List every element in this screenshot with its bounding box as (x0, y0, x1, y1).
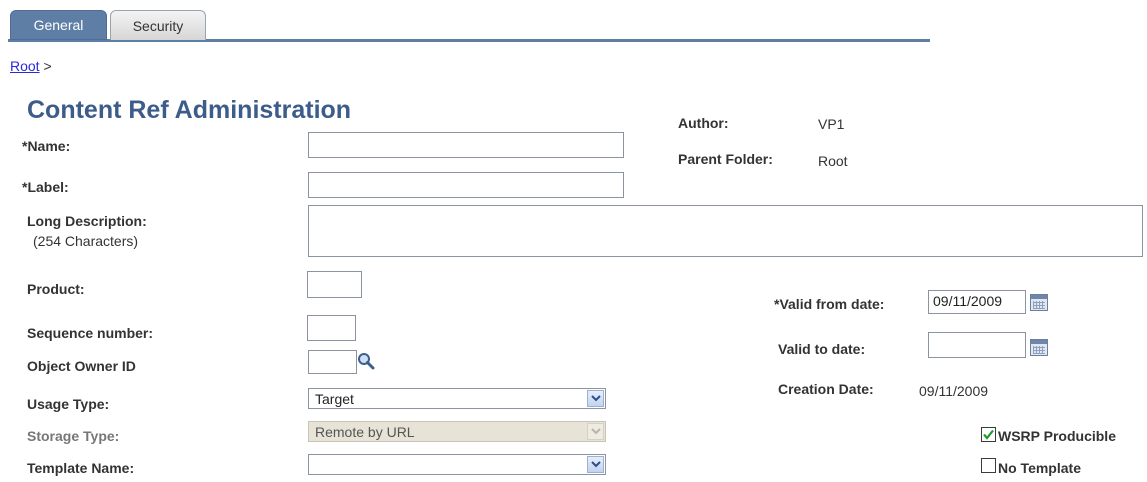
storage-type-value: Remote by URL (315, 424, 415, 440)
usage-type-select[interactable]: Target (308, 388, 606, 409)
chevron-down-icon (590, 395, 601, 402)
object-owner-label: Object Owner ID (27, 358, 136, 374)
long-description-char-limit: (254 Characters) (33, 233, 139, 249)
parent-folder-label: Parent Folder: (678, 151, 773, 167)
name-input[interactable] (308, 132, 624, 158)
name-label: *Name: (22, 138, 71, 154)
usage-type-dropdown-button[interactable] (587, 390, 604, 407)
template-name-select[interactable] (308, 454, 606, 475)
valid-to-value (929, 333, 1025, 337)
checkmark-icon (983, 429, 994, 440)
sequence-number-input[interactable] (307, 315, 356, 341)
valid-to-input[interactable] (928, 332, 1026, 358)
chevron-down-icon (590, 461, 601, 468)
storage-type-select: Remote by URL (308, 421, 606, 442)
breadcrumb-root-link[interactable]: Root (10, 58, 40, 74)
usage-type-label: Usage Type: (27, 396, 110, 412)
creation-date-value: 09/11/2009 (919, 383, 989, 399)
tab-general[interactable]: General (10, 10, 107, 40)
author-label: Author: (678, 115, 729, 131)
no-template-checkbox[interactable] (981, 458, 996, 473)
page-title: Content Ref Administration (27, 96, 352, 124)
storage-type-label: Storage Type: (27, 428, 120, 444)
parent-folder-value: Root (818, 153, 848, 169)
label-label: *Label: (22, 179, 69, 195)
product-label: Product: (27, 281, 85, 297)
valid-from-value: 09/11/2009 (933, 293, 1003, 309)
label-input[interactable] (308, 172, 624, 198)
calendar-icon[interactable] (1030, 339, 1048, 356)
lookup-magnifier-icon[interactable] (357, 352, 375, 370)
long-description-textarea[interactable] (308, 205, 1143, 257)
tab-security[interactable]: Security (110, 10, 206, 40)
sequence-number-label: Sequence number: (27, 325, 154, 341)
product-input[interactable] (307, 271, 362, 298)
template-name-dropdown-button[interactable] (587, 456, 604, 473)
wsrp-producible-label: WSRP Producible (998, 428, 1116, 444)
no-template-label: No Template (998, 460, 1081, 476)
author-value: VP1 (818, 116, 845, 132)
breadcrumb-separator: > (43, 58, 52, 74)
template-name-label: Template Name: (27, 460, 135, 476)
valid-to-label: Valid to date: (778, 341, 866, 357)
long-description-label: Long Description: (27, 213, 147, 229)
valid-from-label: *Valid from date: (774, 296, 885, 312)
object-owner-input[interactable] (308, 350, 357, 374)
creation-date-label: Creation Date: (778, 381, 874, 397)
wsrp-producible-checkbox[interactable] (981, 427, 996, 442)
calendar-icon[interactable] (1030, 294, 1048, 311)
chevron-down-icon (590, 428, 601, 435)
breadcrumb: Root > (10, 58, 52, 74)
valid-from-input[interactable]: 09/11/2009 (928, 290, 1026, 314)
storage-type-dropdown-button (587, 423, 604, 440)
usage-type-value: Target (315, 391, 354, 407)
